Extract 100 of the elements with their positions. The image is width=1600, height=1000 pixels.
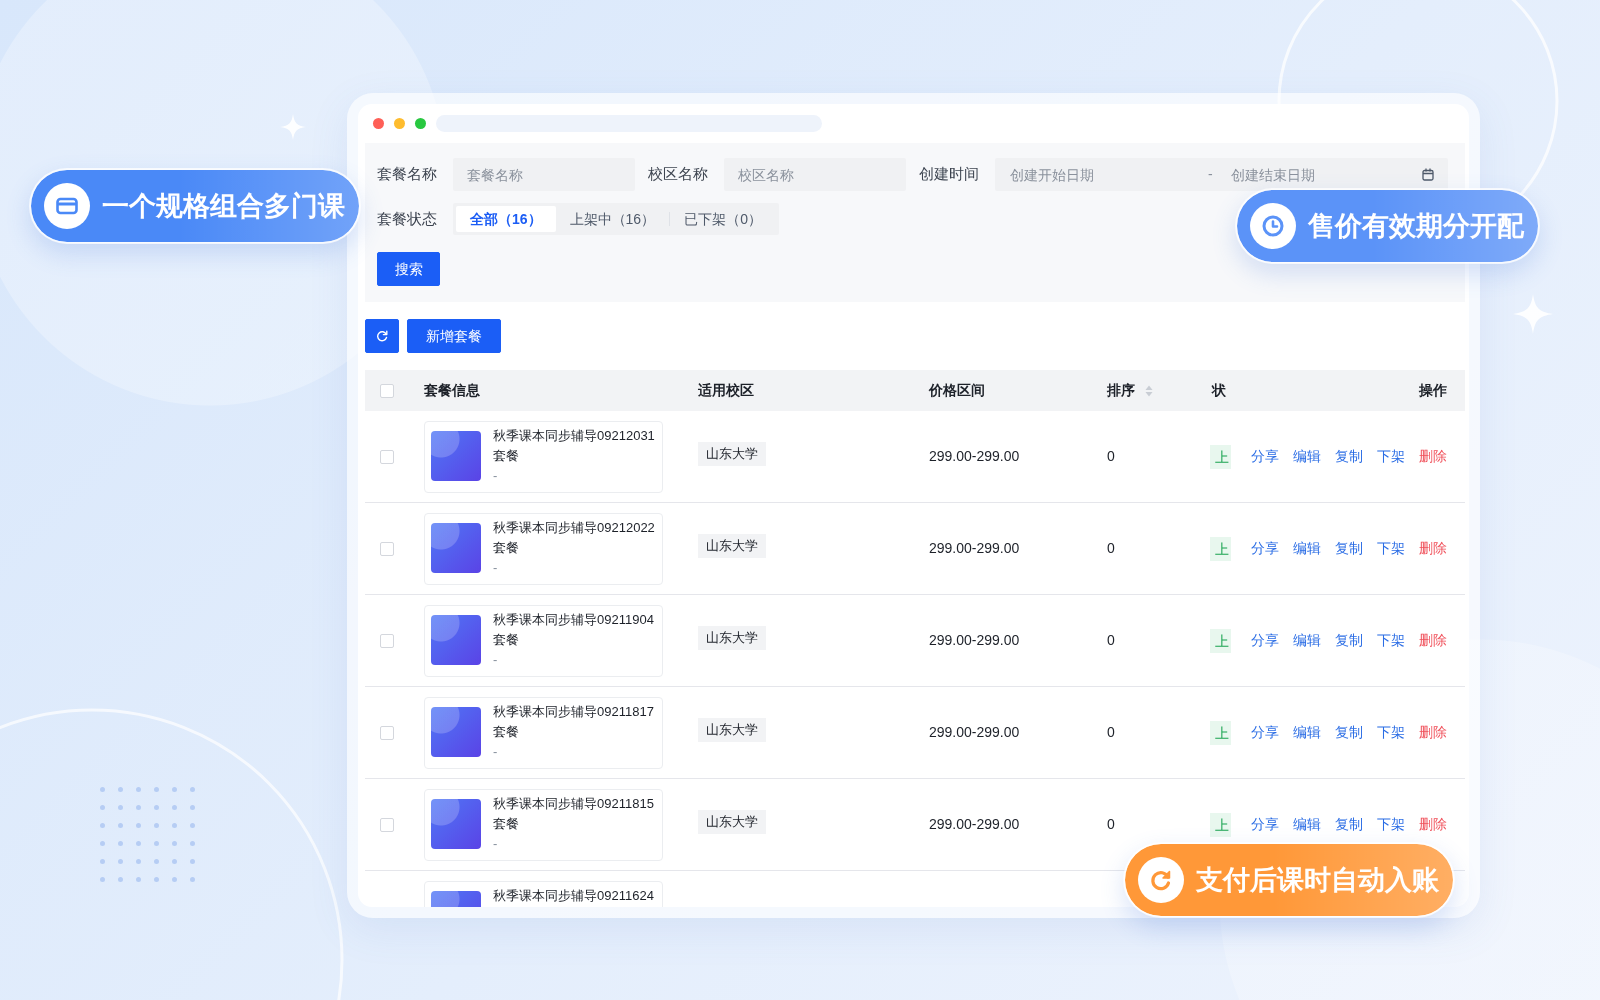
search-button[interactable]: 搜索 <box>377 252 440 286</box>
package-card[interactable]: 秋季课本同步辅导09211815 套餐 - <box>424 788 663 861</box>
decor-dot <box>118 859 123 864</box>
decor-dot <box>136 805 141 810</box>
sort-value: 0 <box>1107 631 1115 650</box>
package-card[interactable]: 秋季课本同步辅导09211624 <box>424 880 663 907</box>
decor-dot <box>100 877 105 882</box>
action-link[interactable]: 分享 <box>1251 630 1279 651</box>
action-link[interactable]: 编辑 <box>1293 538 1321 559</box>
column-header: 操作 <box>1419 381 1447 400</box>
action-link[interactable]: 分享 <box>1251 446 1279 467</box>
action-link[interactable]: 删除 <box>1419 814 1447 835</box>
add-button[interactable]: 新增套餐 <box>407 319 501 353</box>
package-card[interactable]: 秋季课本同步辅导09211817 套餐 - <box>424 696 663 769</box>
price-range: 299.00-299.00 <box>929 815 1020 834</box>
status-tab[interactable]: 全部（16） <box>456 206 556 232</box>
row-checkbox[interactable] <box>380 541 394 556</box>
package-type: 套餐 <box>493 814 519 833</box>
filter-input[interactable]: 套餐名称 <box>453 158 635 191</box>
decor-dot <box>190 823 195 828</box>
action-link[interactable]: 下架 <box>1377 446 1405 467</box>
decor-dot <box>136 823 141 828</box>
decor-dot <box>172 823 177 828</box>
end-date-field[interactable]: 创建结束日期 <box>1230 162 1411 187</box>
decor-dot <box>172 859 177 864</box>
price-range: 299.00-299.00 <box>929 539 1020 558</box>
clock-icon <box>1250 203 1296 249</box>
decor-dot <box>118 841 123 846</box>
action-link[interactable]: 分享 <box>1251 722 1279 743</box>
decor-dot <box>172 787 177 792</box>
column-header: 状 <box>1212 381 1226 400</box>
action-link[interactable]: 下架 <box>1377 814 1405 835</box>
action-link[interactable]: 复制 <box>1335 814 1363 835</box>
filter-input[interactable]: 校区名称 <box>724 158 906 191</box>
date-range-picker[interactable]: 创建开始日期 - 创建结束日期 <box>995 158 1448 191</box>
action-link[interactable]: 编辑 <box>1293 630 1321 651</box>
action-link[interactable]: 编辑 <box>1293 814 1321 835</box>
price-range: 299.00-299.00 <box>929 631 1020 650</box>
action-link[interactable]: 分享 <box>1251 814 1279 835</box>
package-note: - <box>493 466 498 485</box>
decor-dot <box>154 841 159 846</box>
decor-dot <box>118 823 123 828</box>
select-all-checkbox[interactable] <box>380 383 394 398</box>
package-name: 秋季课本同步辅导09211817 <box>493 702 654 721</box>
decor-dot <box>172 841 177 846</box>
package-card[interactable]: 秋季课本同步辅导09211904 套餐 - <box>424 604 663 677</box>
status-tag: 上 <box>1210 720 1231 745</box>
package-name: 秋季课本同步辅导09211904 <box>493 610 654 629</box>
decor-dot <box>154 823 159 828</box>
action-link[interactable]: 下架 <box>1377 630 1405 651</box>
window-dot-icon[interactable] <box>394 118 405 129</box>
package-card[interactable]: 秋季课本同步辅导09212031 套餐 - <box>424 420 663 493</box>
row-checkbox[interactable] <box>380 633 394 648</box>
status-tab[interactable]: 已下架（0） <box>670 206 776 232</box>
action-link[interactable]: 复制 <box>1335 538 1363 559</box>
campus-tag: 山东大学 <box>698 442 766 466</box>
start-date-field[interactable]: 创建开始日期 <box>1010 162 1200 187</box>
action-link[interactable]: 复制 <box>1335 722 1363 743</box>
decor-dot <box>118 877 123 882</box>
action-link[interactable]: 编辑 <box>1293 446 1321 467</box>
column-header: 价格区间 <box>929 381 985 400</box>
action-link[interactable]: 分享 <box>1251 538 1279 559</box>
filter-label: 创建时间 <box>919 164 979 185</box>
action-link[interactable]: 复制 <box>1335 630 1363 651</box>
package-card[interactable]: 秋季课本同步辅导09212022 套餐 - <box>424 512 663 585</box>
action-link[interactable]: 下架 <box>1377 722 1405 743</box>
action-link[interactable]: 下架 <box>1377 538 1405 559</box>
row-checkbox[interactable] <box>380 449 394 464</box>
decor-dot <box>136 787 141 792</box>
decor-dot <box>154 787 159 792</box>
campus-tag: 山东大学 <box>698 810 766 834</box>
card-icon <box>44 183 90 229</box>
refresh-button[interactable] <box>365 319 399 353</box>
callout-text: 售价有效期分开配 <box>1308 209 1524 243</box>
package-type: 套餐 <box>493 446 519 465</box>
filter-label: 套餐名称 <box>377 164 437 185</box>
window-dot-icon[interactable] <box>373 118 384 129</box>
row-checkbox[interactable] <box>380 725 394 740</box>
callout-text: 支付后课时自动入账 <box>1196 863 1439 897</box>
cover-image-placeholder <box>431 798 481 849</box>
action-link[interactable]: 删除 <box>1419 446 1447 467</box>
action-link[interactable]: 删除 <box>1419 538 1447 559</box>
decor-dot <box>136 877 141 882</box>
sort-value: 0 <box>1107 447 1115 466</box>
decor-dot <box>172 805 177 810</box>
status-tab[interactable]: 上架中（16） <box>555 206 670 232</box>
package-type: 套餐 <box>493 722 519 741</box>
decor-dot <box>172 877 177 882</box>
range-separator: - <box>1208 165 1213 184</box>
action-link[interactable]: 删除 <box>1419 630 1447 651</box>
cover-image-placeholder <box>431 522 481 573</box>
action-link[interactable]: 删除 <box>1419 722 1447 743</box>
column-header: 适用校区 <box>698 381 754 400</box>
action-link[interactable]: 编辑 <box>1293 722 1321 743</box>
price-range: 299.00-299.00 <box>929 447 1020 466</box>
action-link[interactable]: 复制 <box>1335 446 1363 467</box>
row-checkbox[interactable] <box>380 817 394 832</box>
status-tag: 上 <box>1210 536 1231 561</box>
decor-dot <box>136 859 141 864</box>
window-dot-icon[interactable] <box>415 118 426 129</box>
